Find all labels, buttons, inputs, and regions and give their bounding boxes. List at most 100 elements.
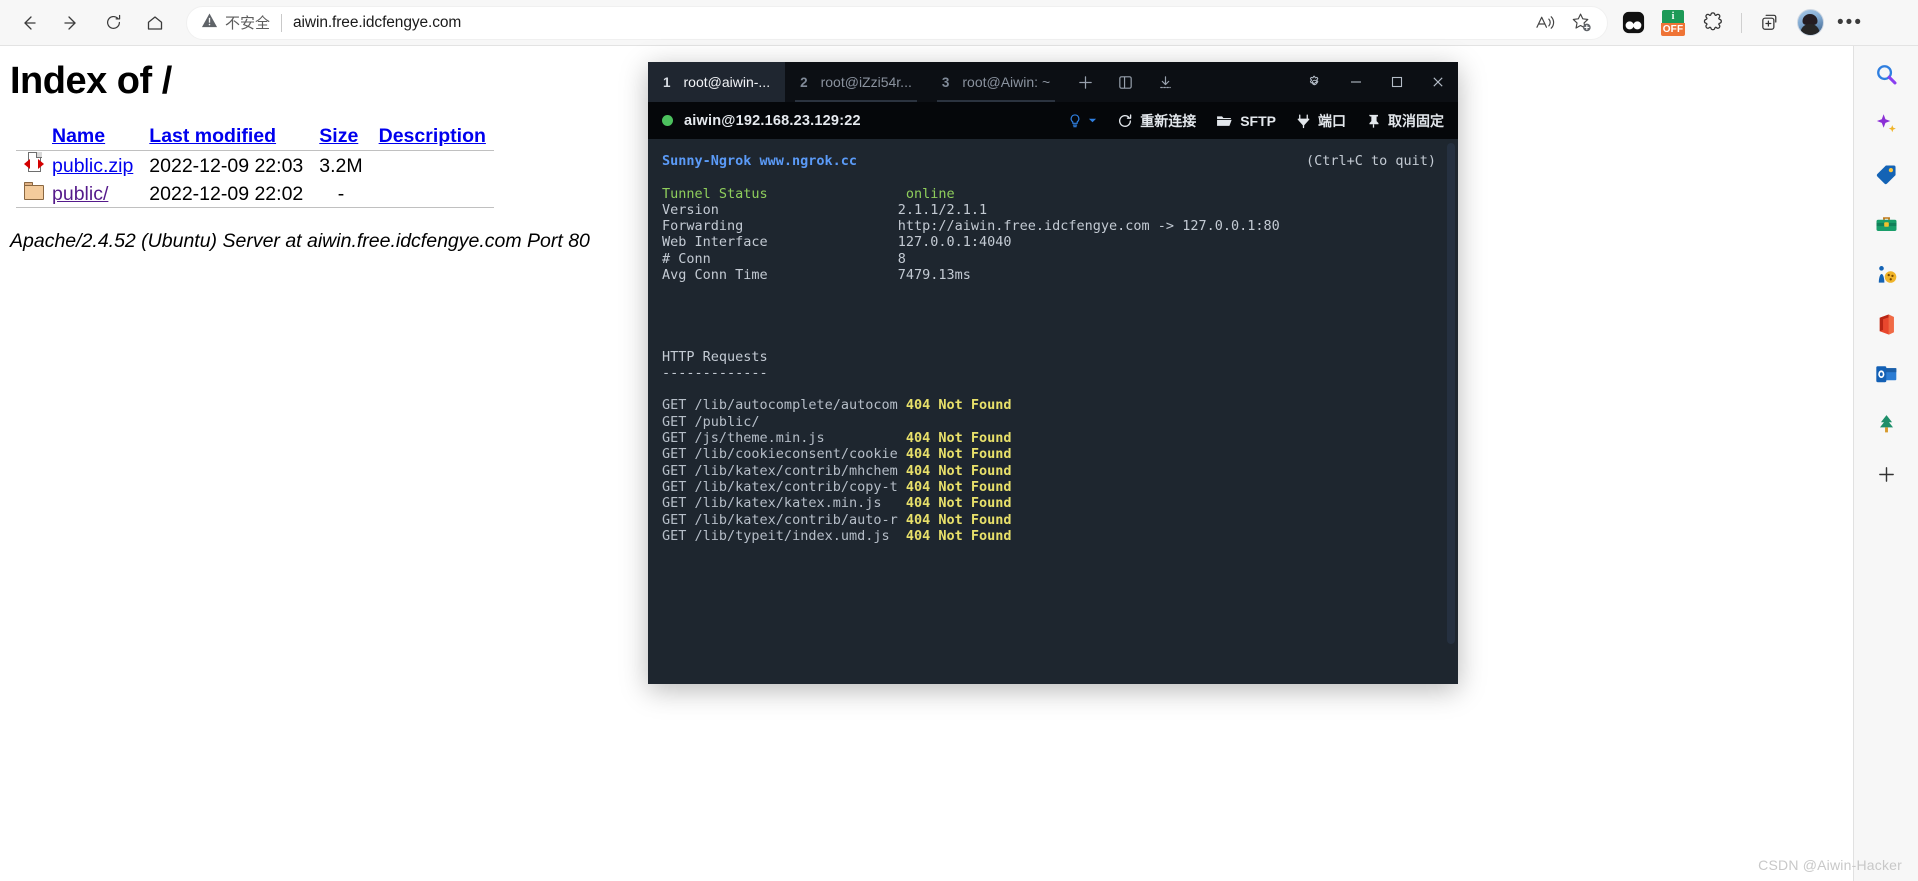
tab-number: 1 xyxy=(663,74,671,90)
column-header-name: Name xyxy=(44,125,141,150)
security-indicator[interactable]: 不安全 xyxy=(201,12,270,34)
reconnect-button[interactable]: 重新连接 xyxy=(1117,111,1196,131)
row-icon-cell xyxy=(16,181,44,207)
status-key: Web Interface xyxy=(662,234,768,251)
unpin-button[interactable]: 取消固定 xyxy=(1366,111,1444,131)
tab-label: root@aiwin-... xyxy=(683,74,771,90)
collections-icon[interactable] xyxy=(1751,4,1789,42)
table-header-row: Name Last modified Size Description xyxy=(16,125,494,150)
folder-link-public[interactable]: public/ xyxy=(52,183,108,205)
home-button[interactable] xyxy=(136,4,174,42)
minimize-icon[interactable] xyxy=(1335,62,1376,102)
connection-host-label: aiwin@192.168.23.129:22 xyxy=(684,112,861,129)
download-icon[interactable] xyxy=(1145,62,1185,102)
folder-icon xyxy=(24,182,44,200)
request-line: GET /lib/cookieconsent/cookie 404 Not Fo… xyxy=(662,446,1458,462)
url-text[interactable]: aiwin.free.idcfengye.com xyxy=(293,14,461,32)
status-row-web-interface: Web Interface 127.0.0.1:4040 xyxy=(662,234,1458,250)
omnibox-divider xyxy=(281,13,283,32)
drop-tree-icon[interactable] xyxy=(1866,404,1906,444)
horizontal-rule xyxy=(16,207,494,208)
maximize-icon[interactable] xyxy=(1376,62,1417,102)
office-icon[interactable] xyxy=(1866,304,1906,344)
profile-avatar[interactable] xyxy=(1791,4,1829,42)
directory-listing-table: Name Last modified Size Description publ… xyxy=(16,125,494,208)
file-link-public-zip[interactable]: public.zip xyxy=(52,155,133,177)
games-icon[interactable] xyxy=(1866,254,1906,294)
pin-icon xyxy=(1369,114,1379,128)
sftp-button[interactable]: SFTP xyxy=(1216,113,1276,129)
request-path: /lib/katex/katex.min.js xyxy=(694,495,882,512)
status-pad-1 xyxy=(719,202,898,218)
sort-by-size-link[interactable]: Size xyxy=(319,125,358,147)
adblock-off-extension-icon[interactable]: OFF xyxy=(1654,4,1692,42)
off-badge-label: OFF xyxy=(1661,22,1685,36)
terminal-output-area[interactable]: (Ctrl+C to quit) Sunny-Ngrok www.ngrok.c… xyxy=(648,139,1458,684)
request-status: 404 Not Found xyxy=(905,495,1012,512)
table-row: public.zip 2022-12-09 22:03 3.2M xyxy=(16,151,494,181)
status-value: http://aiwin.free.idcfengye.com -> 127.0… xyxy=(897,218,1280,235)
request-path: /lib/typeit/index.umd.js xyxy=(694,527,890,544)
extensions-puzzle-icon[interactable] xyxy=(1694,4,1732,42)
browser-extensions-area: OFF ••• xyxy=(1614,4,1869,42)
sort-by-name-link[interactable]: Name xyxy=(52,125,105,147)
sort-by-modified-link[interactable]: Last modified xyxy=(149,125,276,147)
folder-open-icon xyxy=(1217,115,1232,126)
row-size-cell: 3.2M xyxy=(319,154,363,177)
status-row-avg-conn-time: Avg Conn Time 7479.13ms xyxy=(662,267,1458,283)
dark-reader-extension-icon[interactable] xyxy=(1614,4,1652,42)
terminal-tab-2[interactable]: 2 root@iZzi54r... xyxy=(785,62,927,102)
request-line: GET /lib/katex/katex.min.js 404 Not Foun… xyxy=(662,495,1458,511)
off-badge-top xyxy=(1662,9,1684,24)
briefcase-tools-icon[interactable] xyxy=(1866,204,1906,244)
row-modified-cell: 2022-12-09 22:02 xyxy=(149,182,304,205)
request-line: GET /lib/typeit/index.umd.js 404 Not Fou… xyxy=(662,528,1458,544)
avatar xyxy=(1796,9,1824,36)
settings-gear-icon[interactable] xyxy=(1294,62,1335,102)
sftp-label: SFTP xyxy=(1240,112,1276,129)
column-header-description: Description xyxy=(371,125,494,150)
status-pad-3 xyxy=(768,234,898,250)
status-row-forwarding: Forwarding http://aiwin.free.idcfengye.c… xyxy=(662,218,1458,234)
request-status: 404 Not Found xyxy=(905,462,1012,479)
tab-label: root@iZzi54r... xyxy=(820,74,912,90)
status-pad-0 xyxy=(768,186,906,202)
terminal-tab-1[interactable]: 1 root@aiwin-... xyxy=(648,62,786,102)
copilot-sparkle-icon[interactable] xyxy=(1866,104,1906,144)
terminal-window-controls xyxy=(1294,62,1458,102)
status-key: Version xyxy=(662,201,719,218)
search-icon[interactable] xyxy=(1866,54,1906,94)
add-sidebar-icon[interactable] xyxy=(1866,454,1906,494)
request-path: /public/ xyxy=(694,413,760,430)
request-method: GET xyxy=(662,430,687,447)
request-status: 404 Not Found xyxy=(905,430,1012,447)
hint-bulb-button[interactable] xyxy=(1067,113,1097,129)
back-button[interactable] xyxy=(10,4,48,42)
settings-and-more-button[interactable]: ••• xyxy=(1831,4,1869,42)
request-method: GET xyxy=(662,397,687,414)
split-pane-icon[interactable] xyxy=(1105,62,1145,102)
csdn-watermark: CSDN @Aiwin-Hacker xyxy=(1758,857,1902,873)
status-key: Avg Conn Time xyxy=(662,267,768,284)
sort-by-description-link[interactable]: Description xyxy=(379,125,486,147)
status-row-tunnel-status: Tunnel Status online xyxy=(662,186,1458,202)
request-method: GET xyxy=(662,527,687,544)
favorite-star-icon[interactable] xyxy=(1565,8,1597,38)
read-aloud-icon[interactable] xyxy=(1529,8,1561,38)
outlook-icon[interactable] xyxy=(1866,354,1906,394)
ports-button[interactable]: 端口 xyxy=(1296,111,1346,131)
close-icon[interactable] xyxy=(1417,62,1458,102)
shopping-tag-icon[interactable] xyxy=(1866,154,1906,194)
refresh-button[interactable] xyxy=(94,4,132,42)
address-bar[interactable]: 不安全 aiwin.free.idcfengye.com xyxy=(186,5,1608,40)
terminal-tab-3[interactable]: 3 root@Aiwin: ~ xyxy=(927,62,1065,102)
new-tab-icon[interactable] xyxy=(1065,62,1105,102)
row-name-cell: public.zip xyxy=(44,151,141,181)
status-key: # Conn xyxy=(662,250,711,267)
forward-button[interactable] xyxy=(52,4,90,42)
row-description-cell xyxy=(371,181,494,207)
terminal-scrollbar[interactable] xyxy=(1447,143,1455,645)
